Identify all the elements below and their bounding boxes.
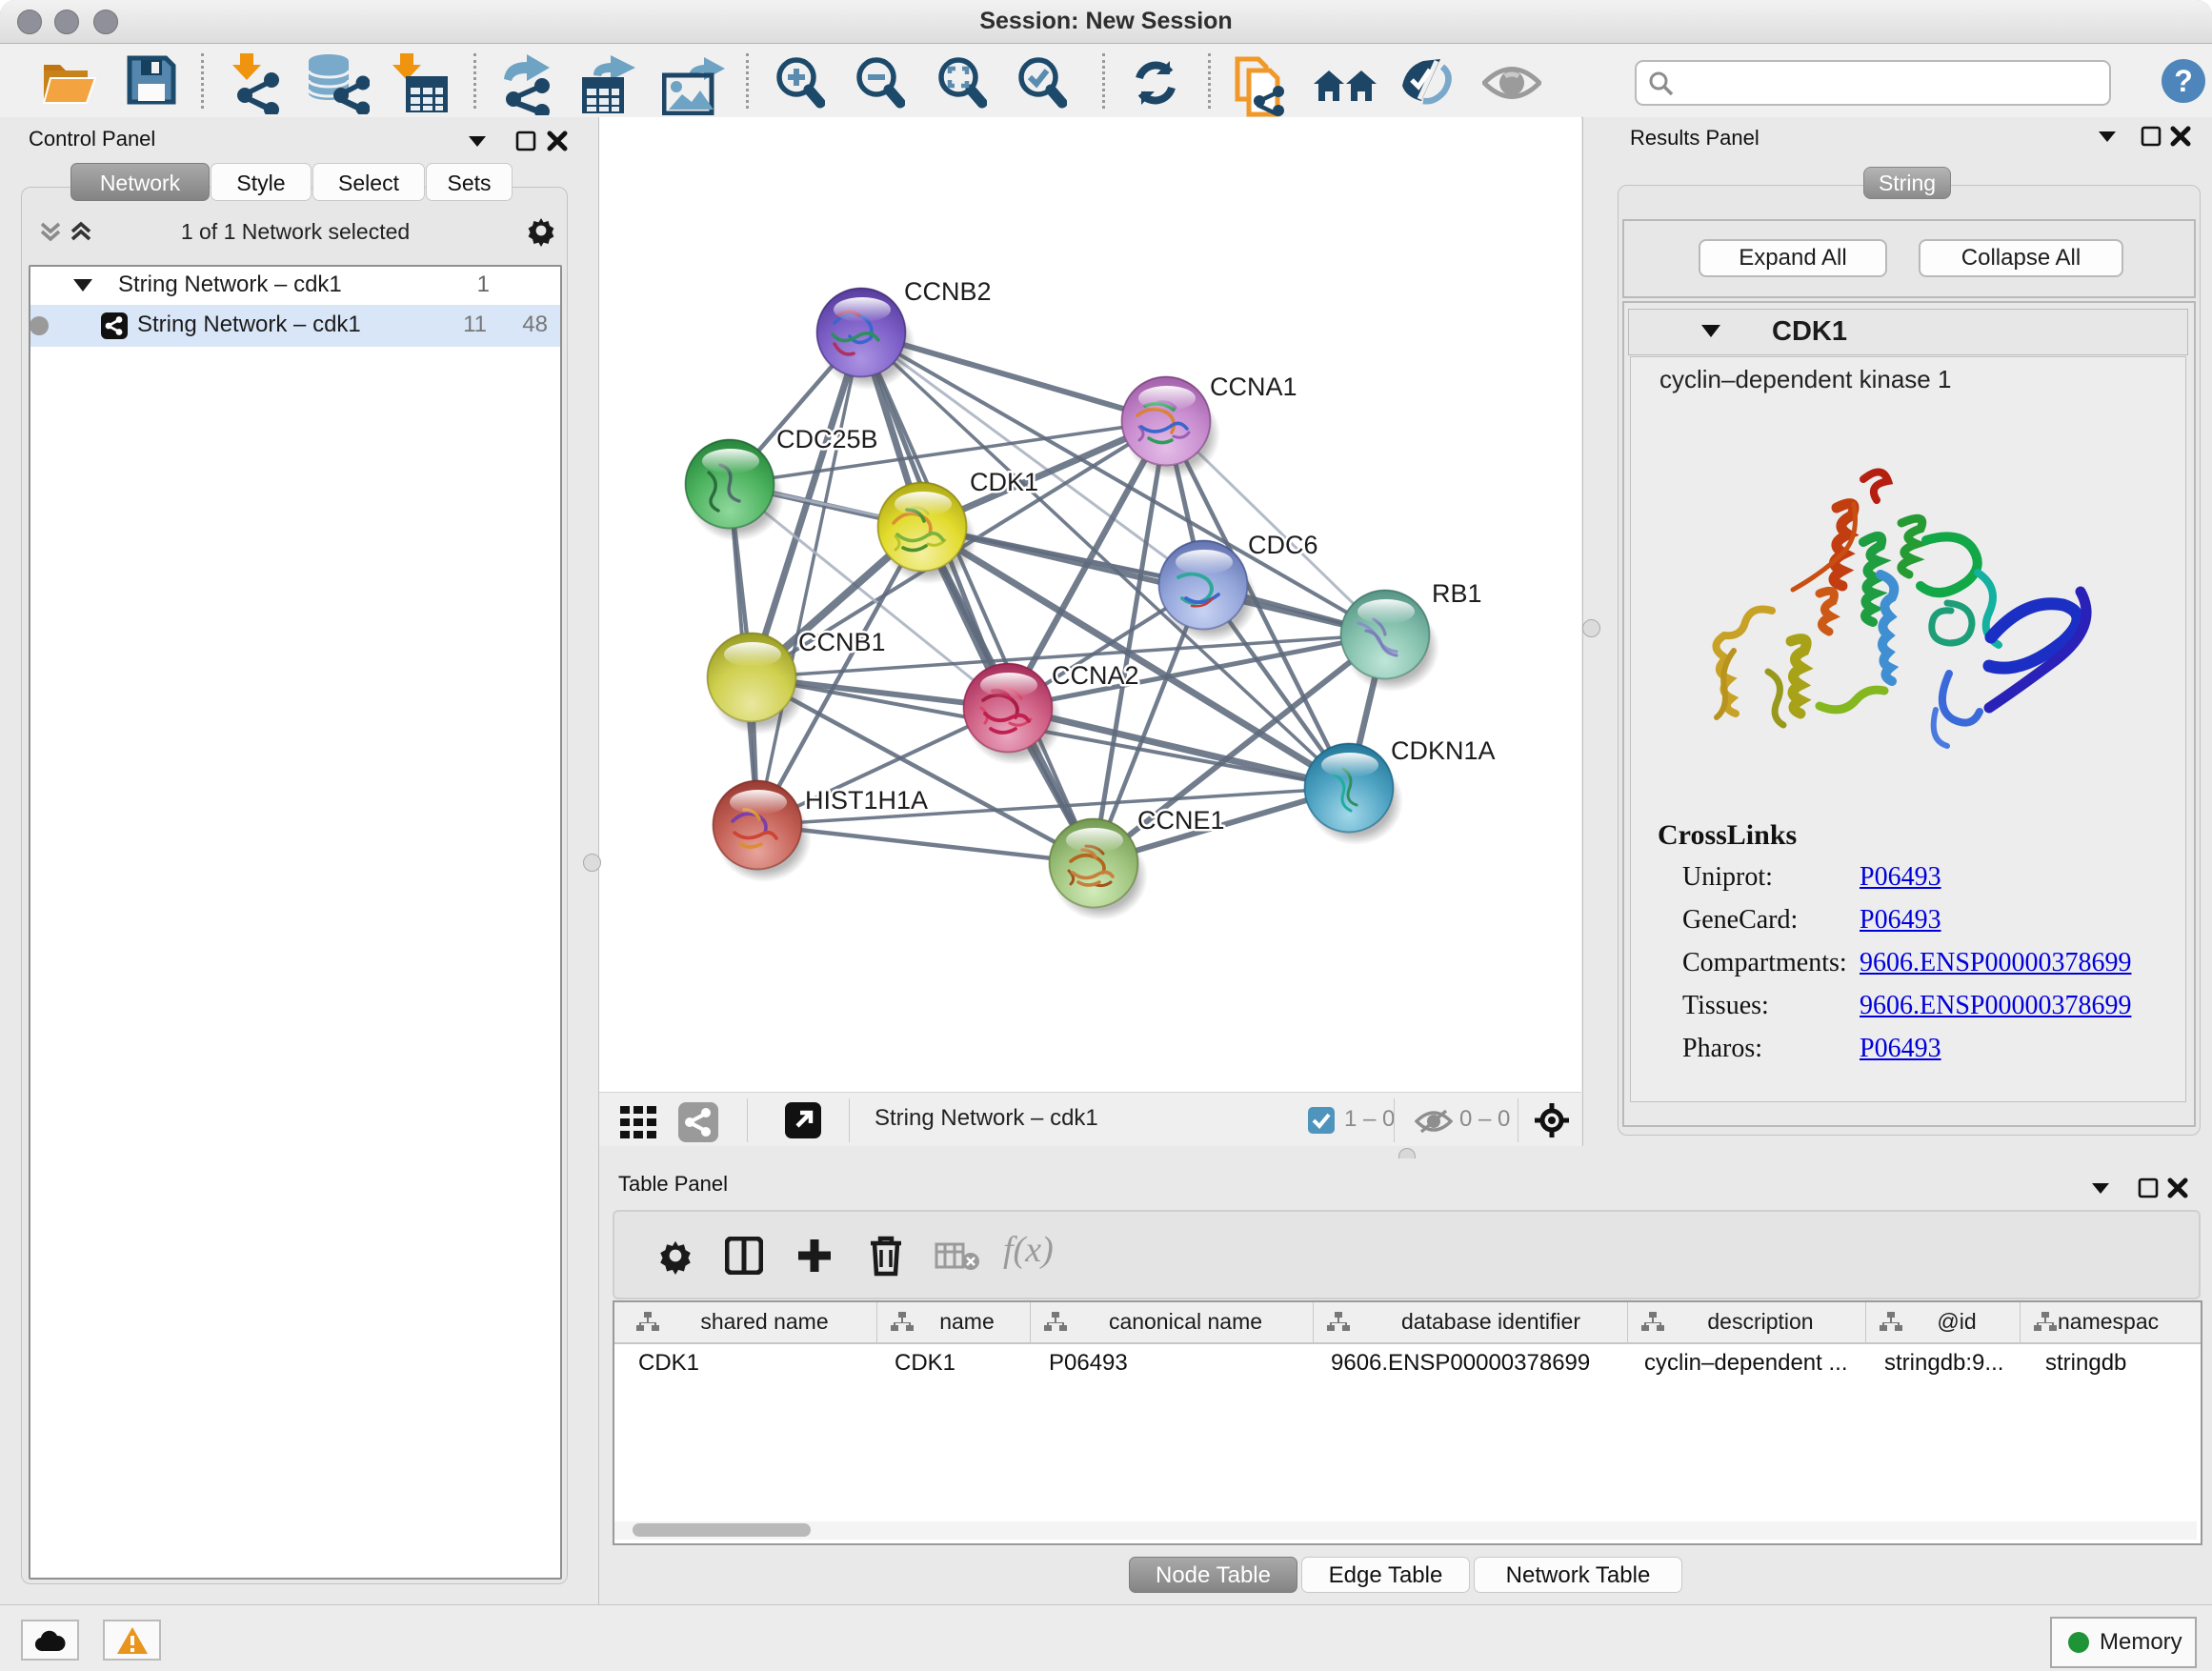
svg-text:CDC6: CDC6 <box>1248 531 1318 559</box>
svg-text:CDC25B: CDC25B <box>776 425 878 453</box>
svg-text:CCNA1: CCNA1 <box>1210 372 1297 401</box>
svg-text:CCNB1: CCNB1 <box>798 628 886 656</box>
svg-text:CCNA2: CCNA2 <box>1052 661 1139 690</box>
svg-text:?: ? <box>2174 64 2193 98</box>
svg-text:CCNE1: CCNE1 <box>1137 806 1225 835</box>
svg-text:CDK1: CDK1 <box>970 468 1038 496</box>
svg-text:CDKN1A: CDKN1A <box>1391 736 1496 765</box>
svg-text:HIST1H1A: HIST1H1A <box>805 786 928 815</box>
svg-text:CCNB2: CCNB2 <box>904 277 992 306</box>
svg-text:RB1: RB1 <box>1432 579 1482 608</box>
